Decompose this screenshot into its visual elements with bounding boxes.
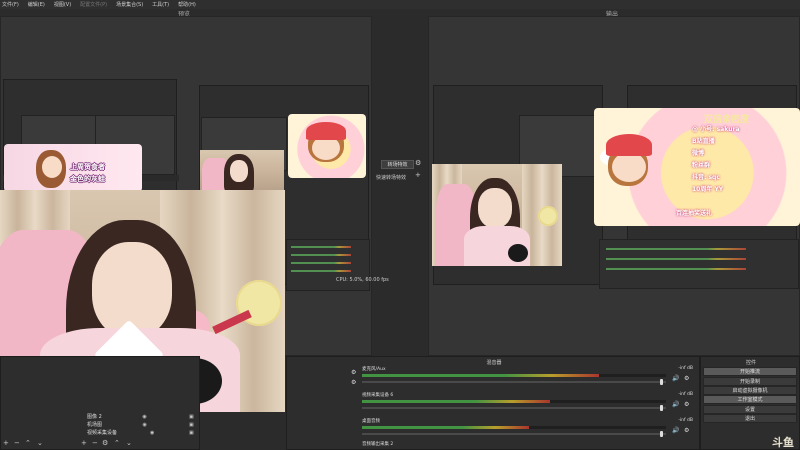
gear-icon[interactable]: ⚙ — [684, 401, 689, 408]
arrow-up-icon[interactable]: ⌃ — [25, 439, 31, 447]
source-row[interactable]: 图像 2 ◉ ▣ — [73, 413, 195, 421]
menu-profile[interactable]: 配置文件(P) — [80, 1, 107, 8]
mixer-track-name: 音频输出采集 2 — [362, 442, 394, 447]
mixer-volume-slider[interactable] — [362, 405, 666, 411]
mixer-track: 视频采集设备 6 -inf dB 🔊 ⚙ — [362, 392, 695, 418]
mixer-level-meter — [362, 374, 666, 377]
start-streaming-button[interactable]: 开始推流 — [703, 367, 797, 376]
source-name: 机场图 — [87, 422, 103, 428]
plus-icon[interactable]: + — [81, 439, 87, 447]
mixer-track-db: -inf dB — [678, 366, 693, 371]
echo-status-text: CPU: 5.0%, 60.00 fps — [336, 277, 389, 283]
mixer-volume-slider[interactable] — [362, 431, 666, 437]
mixer-track-name: 麦克风/Aux — [362, 367, 386, 372]
preview-right-sticker — [288, 114, 366, 178]
source-row[interactable]: 机场图 ◉ ▣ — [73, 421, 195, 429]
mixer-volume-slider[interactable] — [362, 379, 666, 385]
gear-icon[interactable]: ⚙ — [684, 427, 689, 434]
echo-mixer — [286, 239, 370, 291]
mixer-level-meter — [362, 400, 666, 403]
arrow-up-icon[interactable]: ⌃ — [114, 439, 120, 447]
menu-bar: 文件(F) 编辑(E) 视图(V) 配置文件(P) 场景集合(S) 工具(T) … — [0, 0, 800, 9]
obs-studio-window: 文件(F) 编辑(E) 视图(V) 配置文件(P) 场景集合(S) 工具(T) … — [0, 0, 800, 450]
minus-icon[interactable]: − — [14, 439, 20, 447]
quick-transition-add-icon[interactable]: + — [415, 171, 421, 179]
mixer-track-db: -inf dB — [678, 392, 693, 397]
speaker-icon[interactable]: 🔊 — [672, 401, 679, 408]
speaker-icon[interactable]: 🔊 — [672, 375, 679, 382]
menu-edit[interactable]: 编辑(E) — [28, 1, 45, 8]
menu-tools[interactable]: 工具(T) — [152, 1, 169, 8]
start-recording-button[interactable]: 开始录制 — [703, 377, 797, 386]
gear-icon[interactable]: ⚙ — [684, 375, 689, 382]
menu-help[interactable]: 帮助(H) — [178, 1, 196, 8]
gear-icon[interactable]: ⚙ — [351, 379, 356, 386]
menu-view[interactable]: 视图(V) — [54, 1, 71, 8]
menu-scene-collection[interactable]: 场景集合(S) — [116, 1, 143, 8]
speaker-icon[interactable]: 🔊 — [672, 427, 679, 434]
arrow-down-icon[interactable]: ⌄ — [37, 439, 43, 447]
source-name: 图像 2 — [87, 414, 102, 420]
lock-icon[interactable]: ▣ — [189, 430, 195, 436]
lock-icon[interactable]: ▣ — [189, 414, 195, 420]
source-row[interactable]: 视频采集设备 ◉ ▣ — [73, 429, 195, 437]
quick-transitions-label: 快速转场特效 — [376, 175, 407, 181]
source-name: 视频采集设备 — [87, 430, 118, 436]
exit-button[interactable]: 退出 — [703, 414, 797, 423]
start-virtual-camera-button[interactable]: 启动虚拟摄像机 — [703, 386, 797, 395]
plus-icon[interactable]: + — [3, 439, 9, 447]
studio-mode-button[interactable]: 工作室模式 — [703, 395, 797, 404]
preview-small-webcam — [200, 150, 284, 190]
transition-settings-icon[interactable]: ⚙ — [415, 159, 421, 167]
program-webcam — [432, 164, 562, 266]
gear-icon[interactable]: ⚙ — [351, 369, 356, 376]
arrow-down-icon[interactable]: ⌄ — [126, 439, 132, 447]
settings-button[interactable]: 设置 — [703, 405, 797, 414]
program-echo-mixer — [599, 239, 799, 289]
controls-title: 控件 — [745, 360, 756, 366]
eye-icon[interactable]: ◉ — [142, 414, 148, 420]
program-sticker: 双倍亲密度 @ 小号: sakura B站直播 微博 粉丝群 抖音: sqc 1… — [594, 108, 800, 226]
preview-small-sticker: 上周贺食者 金色的灰蛙 — [4, 144, 142, 192]
sources-dock: 图像 2 ◉ ▣ 机场图 ◉ ▣ 视频采集设备 ◉ ▣ + − ⌃ ⌄ + − … — [0, 356, 200, 450]
mixer-track: 麦克风/Aux -inf dB 🔊 ⚙ — [362, 366, 695, 392]
lock-icon[interactable]: ▣ — [189, 422, 195, 428]
gear-icon[interactable]: ⚙ — [102, 439, 108, 447]
mixer-track-db: -inf dB — [678, 418, 693, 423]
mixer-title: 混音器 — [486, 360, 502, 366]
mixer-track-name: 桌面音频 — [362, 419, 380, 424]
eye-icon[interactable]: ◉ — [150, 430, 156, 436]
mixer-level-meter — [362, 426, 666, 429]
transition-button[interactable]: 转场特效 — [381, 160, 414, 169]
eye-icon[interactable]: ◉ — [143, 422, 149, 428]
mixer-track: 音频输出采集 2 — [362, 441, 695, 450]
mixer-track-name: 视频采集设备 6 — [362, 393, 394, 398]
douyu-watermark: 斗鱼 — [772, 436, 794, 449]
minus-icon[interactable]: − — [92, 439, 98, 447]
menu-file[interactable]: 文件(F) — [2, 1, 19, 8]
